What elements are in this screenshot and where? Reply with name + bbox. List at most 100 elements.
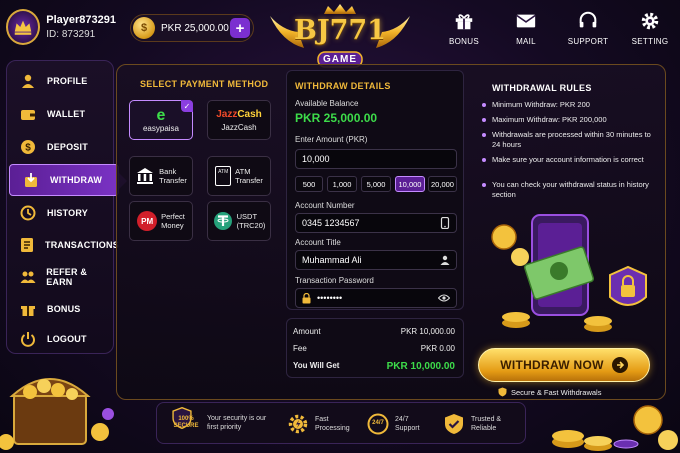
gift-icon <box>455 14 473 30</box>
profile-id: ID: 873291 <box>46 29 96 40</box>
profile-username: Player873291 <box>46 14 116 26</box>
mail-button[interactable]: MAIL <box>506 10 546 46</box>
balance-chip: $ PKR 25,000.00 + <box>130 14 254 42</box>
quick-amount-5000[interactable]: 5,000 <box>361 176 391 192</box>
sidebar-item-deposit[interactable]: $ DEPOSIT <box>7 131 113 163</box>
coin-pile-icon <box>552 405 678 451</box>
feature-support: 24/7 24/7 Support <box>367 413 420 435</box>
support-button[interactable]: SUPPORT <box>568 10 608 46</box>
bonus-top-label: BONUS <box>449 37 479 46</box>
bonus-top-button[interactable]: BONUS <box>444 10 484 46</box>
avatar[interactable] <box>6 9 41 45</box>
account-number-label: Account Number <box>295 201 355 210</box>
rule-item: Minimum Withdraw: PKR 200 <box>482 100 652 110</box>
crown-avatar-icon <box>14 20 32 35</box>
sidebar-item-transactions[interactable]: TRANSACTIONS <box>7 229 119 261</box>
amount-input[interactable]: 10,000 <box>295 149 457 169</box>
quick-amount-10000[interactable]: 10,000 <box>395 176 425 192</box>
method-easypaisa[interactable]: e easypaisa ✓ <box>129 100 193 140</box>
secure-badge-text: 100% SECURE <box>173 416 199 429</box>
sidebar-item-profile[interactable]: PROFILE <box>7 65 113 97</box>
account-number-input[interactable]: 0345 1234567 <box>295 213 457 233</box>
setting-button[interactable]: SETTING <box>630 10 670 46</box>
withdrawal-rules: WITHDRAWAL RULES Minimum Withdraw: PKR 2… <box>476 80 662 200</box>
account-title-input[interactable]: Muhammad Ali <box>295 250 457 270</box>
withdraw-now-button[interactable]: WITHDRAW NOW <box>478 348 650 382</box>
password-label: Transaction Password <box>295 276 374 285</box>
feature-security: 100% SECURE Your security is our first p… <box>171 406 267 439</box>
top-actions: BONUS MAIL SUPPORT SETTING <box>444 10 670 46</box>
list-icon <box>19 236 35 254</box>
quick-amount-20000[interactable]: 20,000 <box>428 176 457 192</box>
cash-word: Cash <box>237 108 262 120</box>
user-icon <box>19 72 37 90</box>
jazz-word: Jazz <box>216 108 238 120</box>
summary-amount-value: PKR 10,000.00 <box>400 327 455 336</box>
brand-logo[interactable]: BJ771 GAME <box>262 2 418 72</box>
wallet-icon <box>19 105 37 123</box>
easypaisa-label: easypaisa <box>142 123 180 133</box>
mail-label: MAIL <box>516 37 536 46</box>
shield-icon <box>498 387 507 397</box>
method-atm-transfer[interactable]: ATM ATM Transfer <box>207 156 271 196</box>
sidebar-item-history[interactable]: HISTORY <box>7 197 113 229</box>
summary-row-receive: You Will Get PKR 10,000.00 <box>293 361 455 372</box>
method-usdt[interactable]: USDT (TRC20) <box>207 201 271 241</box>
sidebar-item-logout[interactable]: LOGOUT <box>7 323 113 355</box>
sidebar-item-refer[interactable]: REFER & EARN <box>7 261 113 293</box>
support-badge-text: 24/7 <box>372 420 384 426</box>
password-input[interactable]: •••••••• <box>295 288 457 308</box>
quick-amount-500[interactable]: 500 <box>295 176 323 192</box>
sidebar-label-profile: PROFILE <box>47 76 88 86</box>
gear-bolt-icon <box>288 414 308 434</box>
tether-icon <box>213 212 232 230</box>
quick-amount-1000[interactable]: 1,000 <box>327 176 357 192</box>
shield-check-icon <box>445 414 463 434</box>
phone-icon <box>440 217 450 229</box>
mail-icon <box>516 14 536 28</box>
sidebar-item-wallet[interactable]: WALLET <box>7 98 113 130</box>
amount-input-value: 10,000 <box>302 154 330 164</box>
bank-icon <box>137 168 154 184</box>
account-title-value: Muhammad Ali <box>302 255 362 265</box>
method-perfect-money[interactable]: PM Perfect Money <box>129 201 193 241</box>
password-value: •••••••• <box>317 293 343 303</box>
gear-icon <box>641 12 659 30</box>
profile-chip[interactable]: Player873291 ID: 873291 <box>6 6 116 48</box>
summary-row-fee: Fee PKR 0.00 <box>293 344 455 353</box>
withdraw-summary: Amount PKR 10,000.00 Fee PKR 0.00 You Wi… <box>286 318 464 378</box>
available-balance-label: Available Balance <box>295 99 359 108</box>
feature-trusted-text: Trusted & Reliable <box>471 416 502 432</box>
withdraw-details-card: WITHDRAW DETAILS Available Balance PKR 2… <box>286 70 464 310</box>
payment-method-section: SELECT PAYMENT METHOD e easypaisa ✓ Jazz… <box>120 70 280 394</box>
lock-icon <box>302 292 311 303</box>
method-bank-transfer[interactable]: Bank Transfer <box>129 156 193 196</box>
summary-fee-label: Fee <box>293 344 307 353</box>
sidebar-label-history: HISTORY <box>47 208 88 218</box>
rule-item: You can check your withdrawal status in … <box>482 180 652 200</box>
payment-method-title: SELECT PAYMENT METHOD <box>140 79 269 89</box>
perfect-money-label: Perfect Money <box>161 212 185 230</box>
sidebar-item-bonus[interactable]: BONUS <box>7 293 113 325</box>
sidebar: PROFILE WALLET $ DEPOSIT WITHDRAW HISTOR… <box>6 60 127 355</box>
profile-text: Player873291 ID: 873291 <box>46 14 116 40</box>
treasure-chest-icon <box>0 378 114 450</box>
shield-badge-icon: 100% SECURE <box>171 406 201 439</box>
perfect-money-logo: PM <box>137 211 158 231</box>
svg-text:$: $ <box>25 143 31 154</box>
setting-label: SETTING <box>631 37 669 46</box>
dollar-coin-icon: $ <box>19 138 37 156</box>
method-jazzcash[interactable]: JazzCash JazzCash <box>207 100 271 140</box>
sidebar-item-withdraw[interactable]: WITHDRAW <box>9 164 127 196</box>
bank-transfer-label: Bank Transfer <box>159 167 187 185</box>
support-label: SUPPORT <box>567 37 609 46</box>
jazzcash-logo: JazzCash <box>216 109 262 121</box>
sidebar-label-refer: REFER & EARN <box>46 267 88 287</box>
feature-fast-text: Fast Processing <box>315 416 350 432</box>
feature-support-text: 24/7 Support <box>395 416 420 432</box>
feature-security-text: Your security is our first priority <box>207 415 267 431</box>
summary-receive-value: PKR 10,000.00 <box>386 361 455 372</box>
rule-item: Withdrawals are processed within 30 minu… <box>482 130 652 150</box>
eye-icon[interactable] <box>438 294 450 302</box>
add-funds-button[interactable]: + <box>230 18 250 38</box>
